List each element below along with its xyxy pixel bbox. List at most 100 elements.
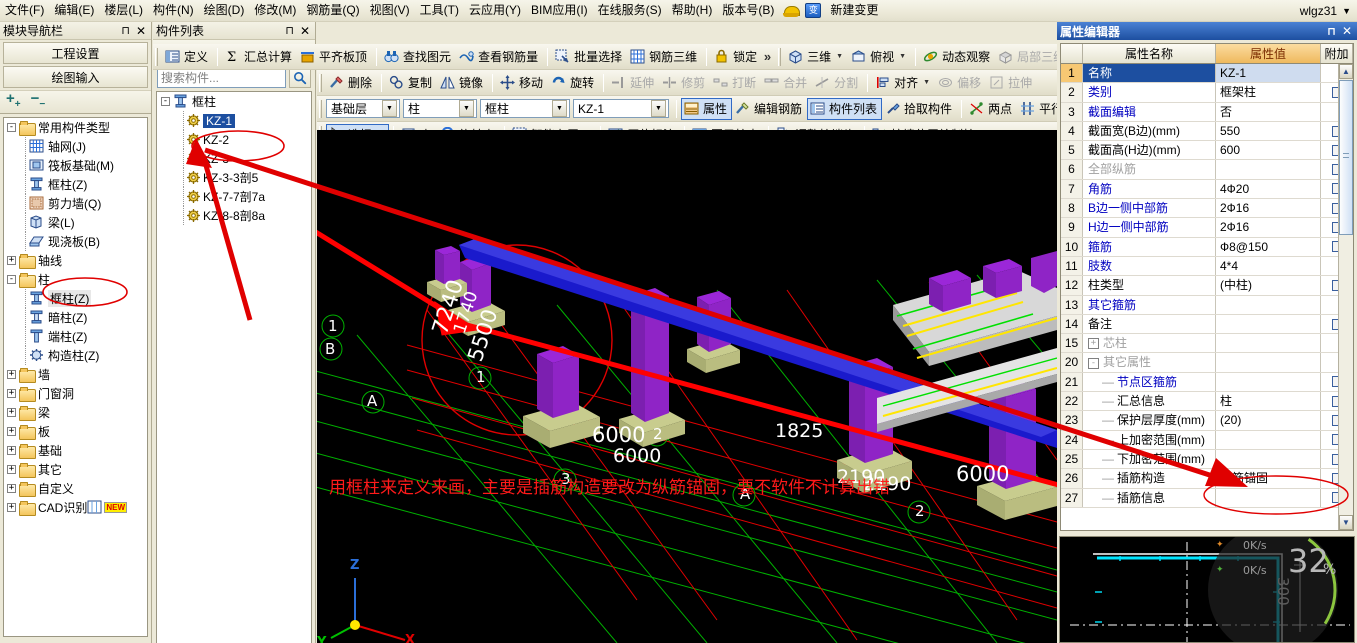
collapse-icon[interactable]: - xyxy=(7,275,16,284)
property-grid-body[interactable]: 1 名称 KZ-1 2 类别 框架柱 3 截面编辑否 4 截面宽(B边)(mm) 550 5 截面高(H… xyxy=(1061,64,1353,530)
component-item-2[interactable]: KZ-3 xyxy=(157,149,311,168)
toolbar-item-batch-select[interactable]: 批量选择 xyxy=(552,46,627,68)
property-row-value[interactable]: (中柱) xyxy=(1216,276,1321,295)
toolbar-item-align-slab[interactable]: 平齐板顶 xyxy=(297,46,372,68)
search-input[interactable]: 搜索构件... xyxy=(157,68,286,88)
property-row-8[interactable]: 8 B边一侧中部筋 2Ф16 xyxy=(1061,199,1353,219)
menu-item-new-change[interactable]: 新建变更 xyxy=(825,1,883,20)
property-row-22[interactable]: 22— 汇总信息柱 xyxy=(1061,392,1353,412)
toolbar-item-move[interactable]: 移动 xyxy=(497,72,548,94)
property-row-4[interactable]: 4 截面宽(B边)(mm) 550 xyxy=(1061,121,1353,142)
property-row-7[interactable]: 7 角筋 4Ф20 xyxy=(1061,179,1353,200)
toolbar-item-rebar-3d[interactable]: 钢筋三维 xyxy=(627,46,702,68)
expand-icon[interactable]: + xyxy=(7,465,16,474)
toolbar-item-copy[interactable]: 复制 xyxy=(386,72,437,94)
property-row-value[interactable]: 2Ф16 xyxy=(1216,199,1321,218)
property-row-10[interactable]: 10 箍筋 Ф8@150 xyxy=(1061,237,1353,257)
component-item-0[interactable]: KZ-1 xyxy=(157,111,311,130)
component-tree[interactable]: - 框柱 KZ-1 KZ-2 KZ-3 KZ-3-3剖5 KZ-7-7剖7a KZ-8-8剖8… xyxy=(156,91,312,643)
expand-all-icon[interactable]: ++ xyxy=(6,91,21,112)
chevron-down-icon[interactable]: ▼ xyxy=(923,79,930,86)
expand-icon[interactable]: + xyxy=(7,256,16,265)
component-item-5[interactable]: KZ-8-8剖8a xyxy=(157,206,311,225)
floor-select[interactable]: 基础层 ▼ xyxy=(326,99,400,118)
property-row-value[interactable] xyxy=(1216,160,1321,179)
property-row-value[interactable] xyxy=(1216,488,1321,507)
property-row-12[interactable]: 12 柱类型 (中柱) xyxy=(1061,276,1353,296)
nav-tree-item-19[interactable]: + 自定义 xyxy=(4,479,147,498)
property-row-value[interactable]: 框架柱 xyxy=(1216,83,1321,102)
menu-item-floor[interactable]: 楼层(L) xyxy=(99,1,148,20)
toolbar-item-align[interactable]: 对齐 ▼ xyxy=(872,72,935,94)
nav-tree-item-11[interactable]: 端柱(Z) xyxy=(4,327,147,346)
pin-icon[interactable]: ⊓ xyxy=(121,24,130,37)
property-row-value[interactable]: 否 xyxy=(1216,102,1321,121)
collapse-icon[interactable]: - xyxy=(7,123,16,132)
menu-item-bim[interactable]: BIM应用(I) xyxy=(526,1,593,20)
scroll-down-icon[interactable]: ▼ xyxy=(1339,515,1353,530)
toolbar-grip[interactable] xyxy=(319,99,322,118)
property-row-20[interactable]: 20- 其它属性 xyxy=(1061,353,1353,373)
component-item-3[interactable]: KZ-3-3剖5 xyxy=(157,168,311,187)
property-row-value[interactable] xyxy=(1216,353,1321,372)
toolbar-grip[interactable] xyxy=(778,47,782,66)
property-row-23[interactable]: 23— 保护层厚度(mm) (20) xyxy=(1061,411,1353,431)
nav-tree-item-4[interactable]: 剪力墙(Q) xyxy=(4,194,147,213)
expand-icon[interactable]: + xyxy=(7,503,16,512)
toolbar-item-properties[interactable]: 属性 xyxy=(681,97,733,120)
nav-tree-item-13[interactable]: + 墙 xyxy=(4,365,147,384)
collapse-icon[interactable]: - xyxy=(1088,357,1099,369)
menu-item-rebar-qty[interactable]: 钢筋量(Q) xyxy=(301,1,364,20)
property-row-6[interactable]: 6 全部纵筋 xyxy=(1061,160,1353,180)
nav-tree-item-8[interactable]: -柱 xyxy=(4,270,147,289)
chevron-down-icon[interactable]: ▼ xyxy=(382,100,397,117)
toolbar-grip[interactable] xyxy=(319,73,322,92)
menu-item-edit[interactable]: 编辑(E) xyxy=(49,1,99,20)
close-icon[interactable]: ✕ xyxy=(1342,24,1352,38)
expand-icon[interactable]: + xyxy=(7,446,16,455)
property-row-27[interactable]: 27— 插筋信息 xyxy=(1061,488,1353,508)
property-row-value[interactable] xyxy=(1216,372,1321,392)
menu-item-cloud[interactable]: 云应用(Y) xyxy=(464,1,526,20)
nav-button-project-settings[interactable]: 工程设置 xyxy=(3,42,148,64)
property-row-value[interactable] xyxy=(1216,314,1321,334)
nav-tree-item-7[interactable]: + 轴线 xyxy=(4,251,147,270)
toolbar-item-orbit[interactable]: 动态观察 xyxy=(920,46,995,68)
property-row-13[interactable]: 13 其它箍筋 xyxy=(1061,295,1353,315)
nav-tree-item-6[interactable]: 现浇板(B) xyxy=(4,232,147,251)
component-item-4[interactable]: KZ-7-7剖7a xyxy=(157,187,311,206)
menu-item-online-service[interactable]: 在线服务(S) xyxy=(593,1,667,20)
property-row-2[interactable]: 2 类别 框架柱 xyxy=(1061,83,1353,103)
toolbar-item-cube[interactable]: 三维 ▼ xyxy=(785,46,848,68)
property-row-value[interactable] xyxy=(1216,430,1321,449)
module-nav-tree[interactable]: - 常用构件类型 轴网(J) 筏板基础(M) 框柱(Z) 剪力墙(Q) 梁(L) 现浇板(B)… xyxy=(3,117,148,637)
property-row-value[interactable]: Ф8@150 xyxy=(1216,237,1321,256)
expand-icon[interactable]: + xyxy=(7,370,16,379)
toolbar-item-component-list[interactable]: 构件列表 xyxy=(807,97,883,120)
nav-button-drawing-input[interactable]: 绘图输入 xyxy=(3,66,148,88)
pin-icon[interactable]: ⊓ xyxy=(285,24,294,37)
property-row-value[interactable]: 4*4 xyxy=(1216,256,1321,276)
scroll-up-icon[interactable]: ▲ xyxy=(1339,64,1353,79)
component-select[interactable]: KZ-1 ▼ xyxy=(573,99,669,118)
nav-tree-item-0[interactable]: - 常用构件类型 xyxy=(4,118,147,137)
property-row-25[interactable]: 25— 下加密范围(mm) xyxy=(1061,449,1353,470)
nav-tree-item-12[interactable]: 构造柱(Z) xyxy=(4,346,147,365)
expand-icon[interactable]: + xyxy=(7,427,16,436)
toolbar-item-mirror[interactable]: 镜像 xyxy=(437,72,488,94)
toolbar-grip[interactable] xyxy=(155,47,158,66)
section-preview[interactable]: 300 ✦ 0K/s ✦ 0K/s 32 % xyxy=(1059,536,1355,643)
chevron-down-icon[interactable]: ▼ xyxy=(552,100,567,117)
property-row-value[interactable]: 纵筋锚固 xyxy=(1216,469,1321,488)
property-row-value[interactable] xyxy=(1216,295,1321,314)
property-grid-scrollbar[interactable]: ▲ ▼ xyxy=(1338,64,1353,530)
pin-icon[interactable]: ⊓ xyxy=(1327,25,1336,38)
toolbar-item-topview[interactable]: 俯视 ▼ xyxy=(848,46,911,68)
nav-tree-item-10[interactable]: 暗柱(Z) xyxy=(4,308,147,327)
property-row-value[interactable]: (20) xyxy=(1216,411,1321,430)
user-menu[interactable]: wlgz31 ▼ xyxy=(1300,4,1357,18)
property-row-value[interactable]: 550 xyxy=(1216,121,1321,141)
toolbar-item-lock[interactable]: 锁定 xyxy=(711,46,762,68)
nav-tree-item-20[interactable]: + CAD识别 NEW xyxy=(4,498,147,517)
collapse-all-icon[interactable]: −− xyxy=(31,91,46,112)
